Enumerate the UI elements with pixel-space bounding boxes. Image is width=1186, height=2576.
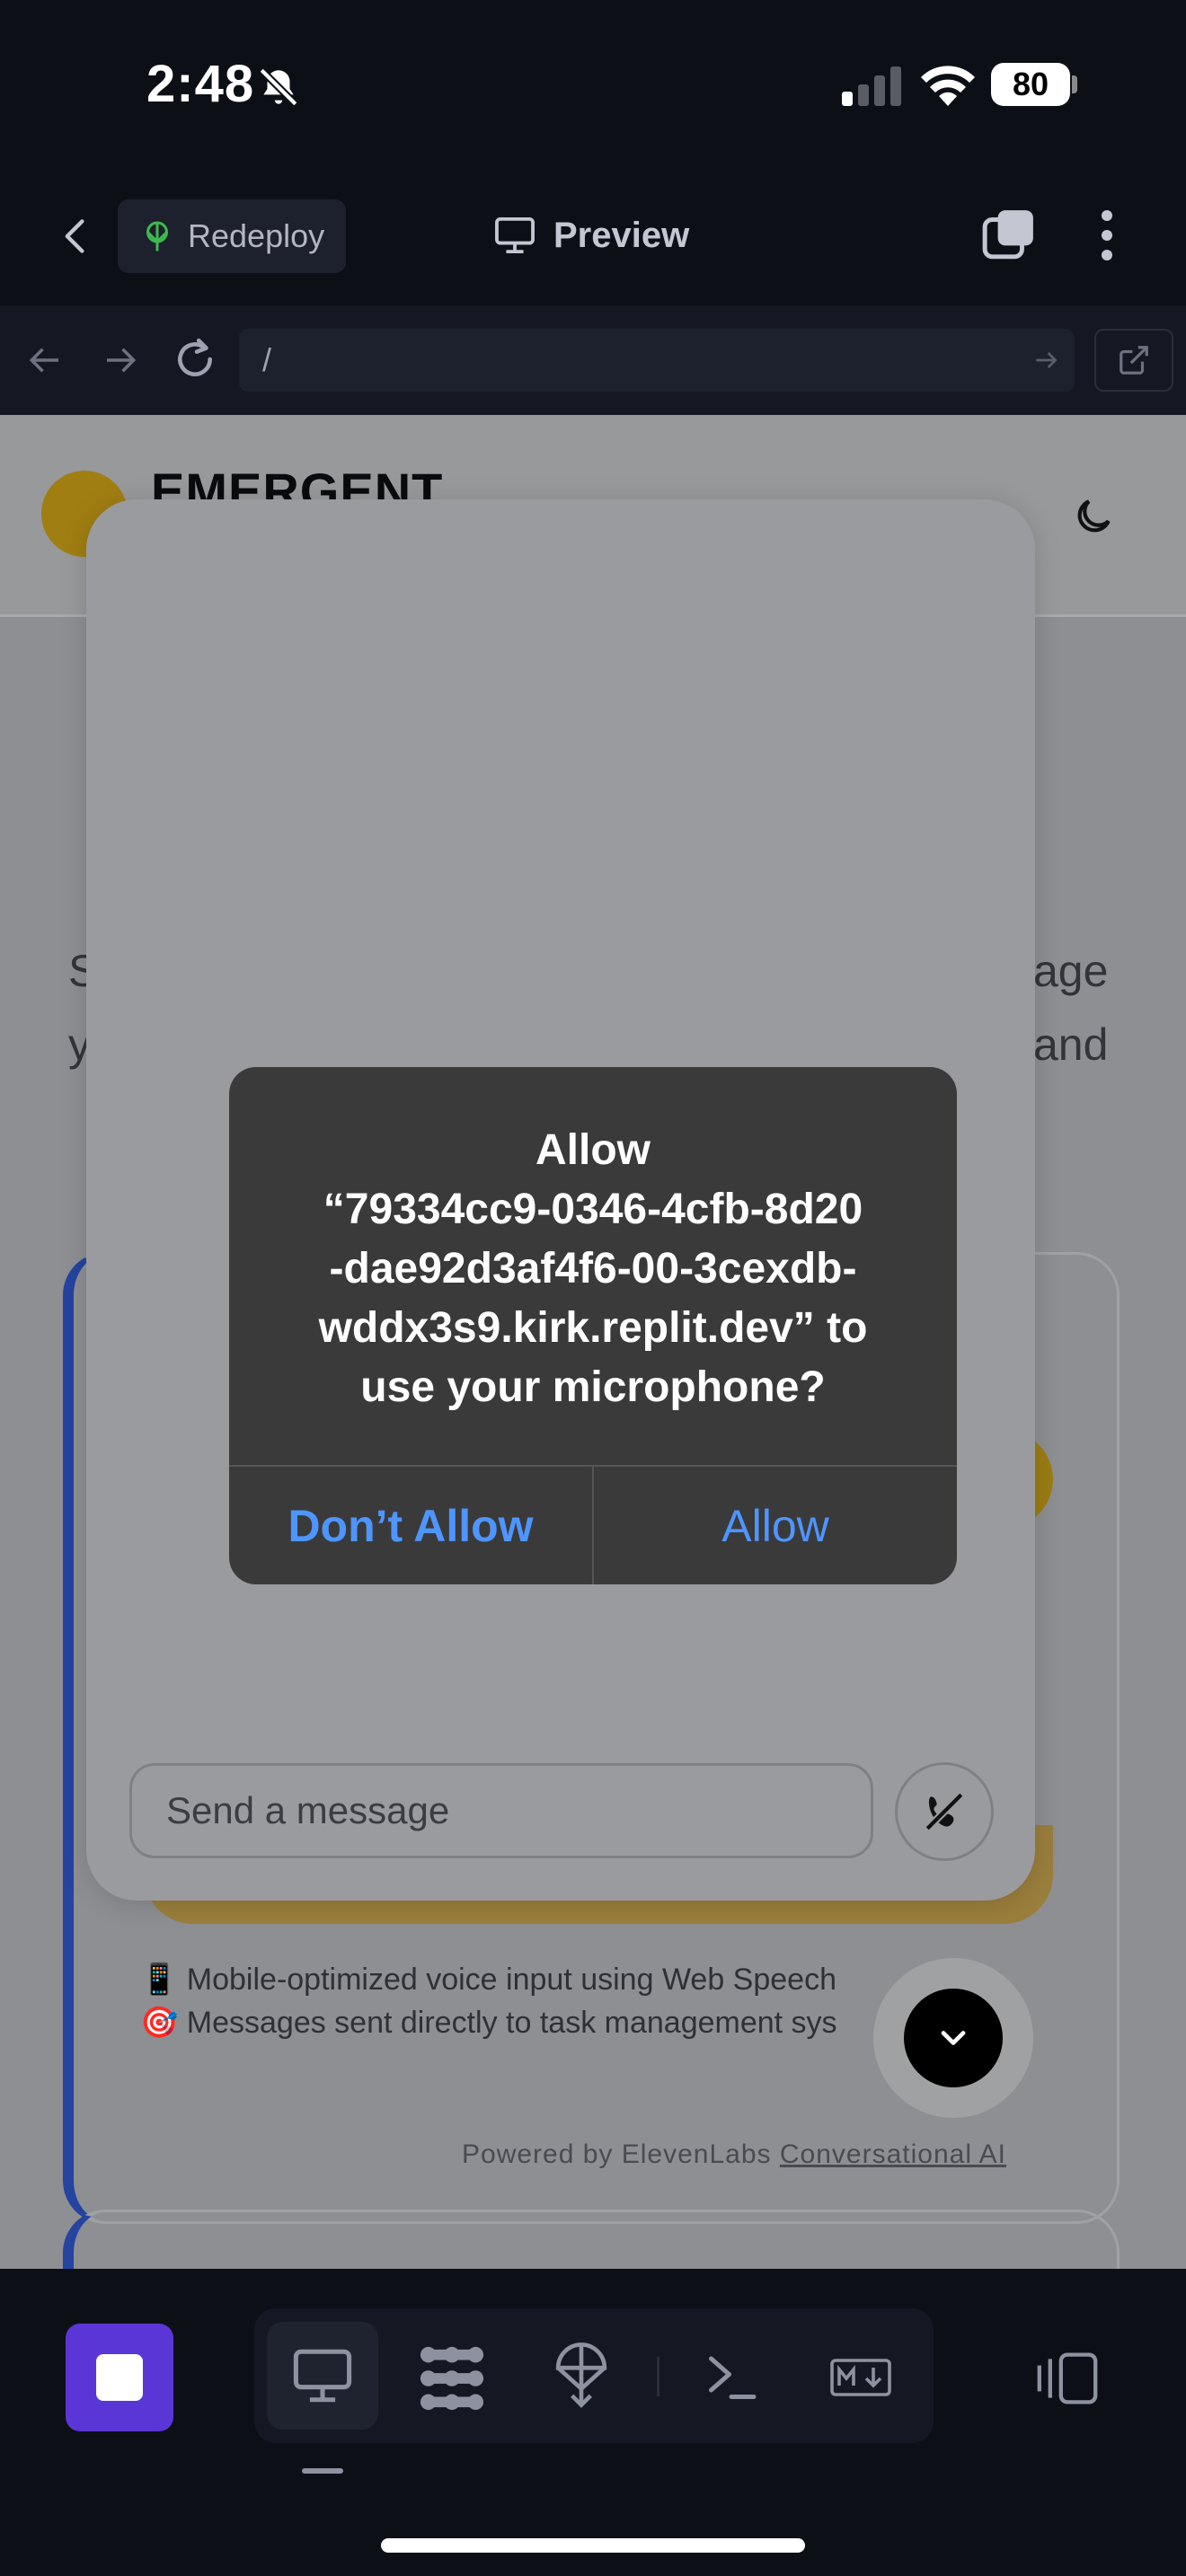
redeploy-label: Redeploy [188,217,325,254]
phone-off-icon [925,1792,964,1831]
deploy-icon[interactable] [553,2341,609,2409]
open-external-button[interactable] [1094,329,1173,392]
url-go-arrow-icon[interactable] [1031,346,1060,375]
more-vertical-icon[interactable] [1100,208,1114,262]
battery-indicator: 80 [991,63,1070,106]
signal-icon [842,66,901,106]
stop-icon [96,2354,143,2401]
next-card [63,2210,1120,2269]
alert-title-line: use your microphone? [360,1363,826,1411]
arrow-right-icon[interactable] [101,341,138,379]
markdown-icon[interactable] [830,2359,891,2396]
monitor-icon [495,216,535,254]
monitor-icon [293,2349,352,2403]
url-input[interactable]: / [239,329,1075,392]
redeploy-icon [146,221,168,251]
powered-by: Powered by ElevenLabs Conversational AI [462,2139,1006,2170]
tabs-icon[interactable] [981,207,1037,262]
alert-title-line: wddx3s9.kirk.replit.dev” to [318,1304,868,1352]
tab-preview[interactable] [267,2322,378,2430]
wifi-icon [921,66,975,106]
panel-icon[interactable] [1035,2350,1100,2407]
preview-title: Preview [494,208,689,262]
redeploy-button[interactable]: Redeploy [118,199,346,273]
powered-by-text: Powered by ElevenLabs [462,2139,780,2169]
feature-item: 🎯 Messages sent directly to task managem… [140,2006,837,2040]
back-chevron-icon[interactable] [56,214,95,259]
tool-separator [657,2357,659,2396]
home-indicator [381,2538,805,2553]
scroll-down-button[interactable] [904,1989,1003,2087]
background-text: age [1033,946,1109,996]
bell-off-icon [259,67,298,107]
workflows-icon[interactable] [417,2344,487,2413]
status-time: 2:48 [146,55,255,113]
alert-title-line: “79334cc9-0346-4cfb-8d20 [323,1186,863,1233]
arrow-left-icon[interactable] [27,341,65,379]
microphone-permission-alert: Allow “79334cc9-0346-4cfb-8d20 -dae92d3a… [229,1067,957,1584]
reload-icon[interactable] [173,337,217,382]
allow-button[interactable]: Allow [594,1467,957,1584]
moon-icon[interactable] [1071,494,1116,539]
background-text: and [1033,1019,1109,1070]
feature-item: 📱 Mobile-optimized voice input using Web… [140,1963,836,1997]
chevron-down-icon [941,2031,966,2045]
end-call-button[interactable] [895,1762,994,1861]
alert-title-line: -dae92d3af4f6-00-3cexdb- [329,1245,857,1292]
active-tab-indicator [302,2468,343,2474]
dont-allow-button[interactable]: Don’t Allow [229,1467,592,1584]
alert-title: Allow “79334cc9-0346-4cfb-8d20 -dae92d3a… [229,1121,957,1417]
battery-nub [1072,75,1077,93]
message-input[interactable]: Send a message [129,1763,873,1858]
external-link-icon [1120,346,1148,375]
powered-by-link[interactable]: Conversational AI [780,2139,1006,2169]
stop-button[interactable] [66,2324,173,2431]
shell-icon[interactable] [704,2351,758,2402]
alert-title-line: Allow [535,1126,651,1174]
preview-label: Preview [553,215,690,255]
